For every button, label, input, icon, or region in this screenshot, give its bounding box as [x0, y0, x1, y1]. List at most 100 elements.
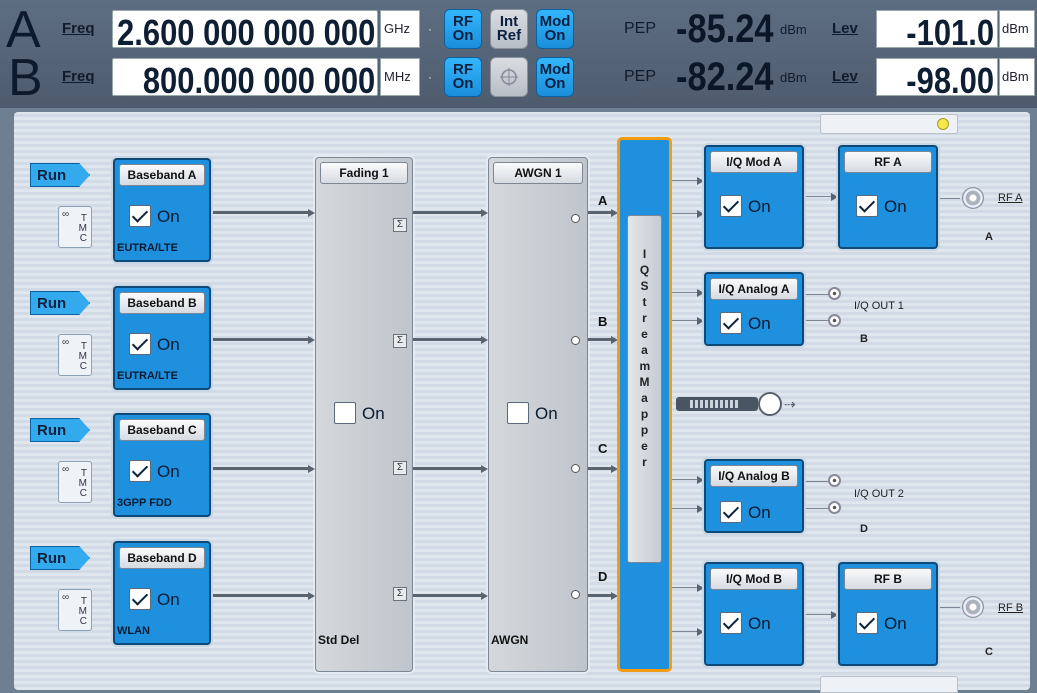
awgn-block[interactable]: AWGN 1 On AWGN: [488, 157, 588, 672]
iq-stream-mapper[interactable]: I Q S t r e a m M a p p e r: [617, 137, 672, 672]
rf-a-conn-line: [938, 198, 960, 199]
baseband-d-standard: WLAN: [117, 625, 150, 637]
freq-a-link[interactable]: Freq: [62, 20, 95, 37]
baseband-c-checkbox[interactable]: [129, 460, 151, 482]
iq-analog-b-on-label: On: [748, 503, 771, 522]
rf-a-on-button[interactable]: RF On: [444, 9, 482, 49]
baseband-c-title[interactable]: Baseband C: [119, 419, 205, 441]
fading-awgn-line: [413, 594, 482, 597]
digital-iq-connector-icon: [758, 392, 782, 416]
baseband-a-checkbox[interactable]: [129, 205, 151, 227]
baseband-fading-line: [213, 594, 309, 597]
iq-mod-b-title[interactable]: I/Q Mod B: [710, 568, 798, 590]
arrow-icon: [308, 209, 315, 217]
lev-a-link[interactable]: Lev: [832, 20, 858, 37]
iq-out1-label: I/Q OUT 1: [854, 300, 904, 312]
pep-b-value: -82.24: [676, 55, 774, 99]
iq-out2-path-label: D: [860, 523, 868, 535]
freq-a-field[interactable]: 2.600 000 000 000: [112, 10, 378, 48]
rf-b-link[interactable]: RF B: [998, 602, 1023, 614]
freq-b-field[interactable]: 800.000 000 000: [112, 58, 378, 96]
baseband-d-block[interactable]: Baseband D On WLAN: [113, 541, 211, 645]
lev-a-field[interactable]: -101.0: [876, 10, 998, 48]
lev-b-unit[interactable]: dBm: [999, 58, 1035, 96]
baseband-d-checkbox[interactable]: [129, 588, 151, 610]
lev-b-link[interactable]: Lev: [832, 68, 858, 85]
tmc-d-panel[interactable]: ∞ T M C: [58, 589, 92, 631]
rf-b-on-button[interactable]: RF On: [444, 57, 482, 97]
run-d-button[interactable]: Run: [30, 546, 90, 570]
baseband-a-title[interactable]: Baseband A: [119, 164, 205, 186]
fading-block[interactable]: Fading 1 Σ Σ Σ Σ On Std Del: [315, 157, 413, 672]
awgn-title[interactable]: AWGN 1: [493, 162, 583, 184]
freq-b-unit[interactable]: MHz: [380, 58, 420, 96]
link-icon: ∞: [62, 592, 70, 603]
iq-mod-b-checkbox[interactable]: [720, 612, 742, 634]
iq-analog-b-checkbox[interactable]: [720, 501, 742, 523]
iq-mod-a-block[interactable]: I/Q Mod A On: [704, 145, 804, 249]
iq-analog-a-block[interactable]: I/Q Analog A On: [704, 272, 804, 346]
iq-stream-mapper-button[interactable]: I Q S t r e a m M a p p e r: [627, 215, 662, 563]
baseband-b-block[interactable]: Baseband B On EUTRA/LTE: [113, 286, 211, 390]
baseband-b-title[interactable]: Baseband B: [119, 292, 205, 314]
int-ref-button[interactable]: Int Ref: [490, 9, 528, 49]
fading-title[interactable]: Fading 1: [320, 162, 408, 184]
arrow-icon: [697, 628, 704, 636]
run-b-button[interactable]: Run: [30, 291, 90, 315]
mapper-out-line: [672, 292, 700, 293]
link-icon: ∞: [62, 464, 70, 475]
iq-analog-a-on-label: On: [748, 314, 771, 333]
channel-b-label: B: [598, 314, 608, 329]
tmc-b-panel[interactable]: ∞ T M C: [58, 334, 92, 376]
iq-mod-a-checkbox[interactable]: [720, 195, 742, 217]
mapper-out-line: [672, 180, 700, 181]
iq-out1-q-connector-icon: [828, 314, 841, 327]
baseband-b-checkbox[interactable]: [129, 333, 151, 355]
freq-a-unit-dropdown-icon[interactable]: ·: [428, 22, 436, 36]
tmc-c-label: C: [79, 616, 87, 627]
mod-a-on-button[interactable]: Mod On: [536, 9, 574, 49]
rf-b-title[interactable]: RF B: [844, 568, 932, 590]
baseband-a-block[interactable]: Baseband A On EUTRA/LTE: [113, 158, 211, 262]
iq-analog-a-title[interactable]: I/Q Analog A: [710, 278, 798, 300]
arrow-icon: [308, 465, 315, 473]
mod-b-on-button[interactable]: Mod On: [536, 57, 574, 97]
freq-b-link[interactable]: Freq: [62, 68, 95, 85]
lev-a-unit[interactable]: dBm: [999, 10, 1035, 48]
arrow-icon: [481, 209, 488, 217]
arrow-icon: [697, 584, 704, 592]
iq-mod-b-block[interactable]: I/Q Mod B On: [704, 562, 804, 666]
awgn-mapper-line: [588, 467, 612, 470]
rf-a-block[interactable]: RF A On: [838, 145, 938, 249]
fading-awgn-line: [413, 338, 482, 341]
baseband-d-on-label: On: [157, 590, 180, 609]
iq-mod-a-title[interactable]: I/Q Mod A: [710, 151, 798, 173]
arrow-icon: [831, 611, 838, 619]
status-indicator[interactable]: [820, 114, 958, 134]
status-indicator-bottom[interactable]: [820, 676, 958, 693]
baseband-b-on-label: On: [157, 335, 180, 354]
freq-b-unit-dropdown-icon[interactable]: ·: [428, 70, 436, 84]
freq-b-value: 800.000 000 000: [142, 60, 375, 96]
rf-a-checkbox[interactable]: [856, 195, 878, 217]
baseband-d-title[interactable]: Baseband D: [119, 547, 205, 569]
run-c-button[interactable]: Run: [30, 418, 90, 442]
awgn-on-checkbox[interactable]: [507, 402, 529, 424]
fading-on-label: On: [362, 404, 385, 423]
rf-b-checkbox[interactable]: [856, 612, 878, 634]
rf-b-block[interactable]: RF B On: [838, 562, 938, 666]
fading-on-checkbox[interactable]: [334, 402, 356, 424]
lev-b-field[interactable]: -98.00: [876, 58, 998, 96]
run-a-button[interactable]: Run: [30, 163, 90, 187]
iq-analog-b-block[interactable]: I/Q Analog B On: [704, 459, 804, 533]
mod-rf-b-line: [804, 614, 832, 615]
sum-icon: Σ: [393, 334, 407, 348]
baseband-c-block[interactable]: Baseband C On 3GPP FDD: [113, 413, 211, 517]
iq-analog-b-title[interactable]: I/Q Analog B: [710, 465, 798, 487]
tmc-c-panel[interactable]: ∞ T M C: [58, 461, 92, 503]
freq-a-unit[interactable]: GHz: [380, 10, 420, 48]
rf-a-link[interactable]: RF A: [998, 192, 1022, 204]
rf-a-title[interactable]: RF A: [844, 151, 932, 173]
iq-analog-a-checkbox[interactable]: [720, 312, 742, 334]
tmc-a-panel[interactable]: ∞ T M C: [58, 206, 92, 248]
